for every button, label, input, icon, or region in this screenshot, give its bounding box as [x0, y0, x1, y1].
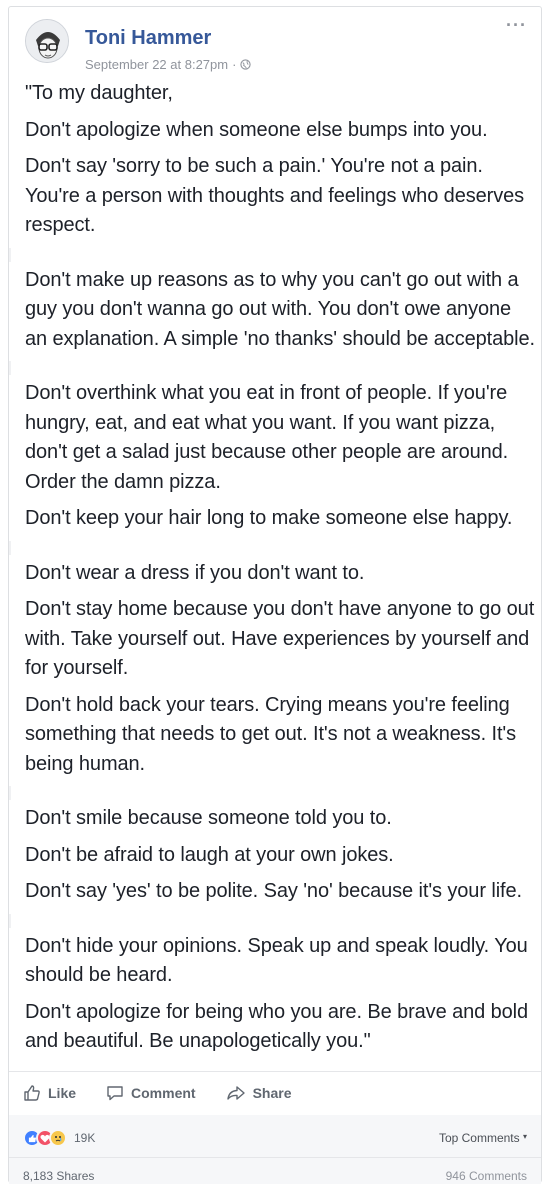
post-body: "To my daughter, Don't apologize when som…	[9, 79, 535, 1064]
author-name[interactable]: Toni Hammer	[85, 27, 211, 50]
post-header: Toni Hammer September 22 at 8:27pm · ···	[21, 15, 529, 72]
footer-divider	[9, 1157, 541, 1158]
reaction-count: 19K	[74, 1131, 96, 1145]
post-paragraph: Don't wear a dress if you don't want to.	[25, 561, 365, 584]
paragraph-group-separator	[9, 786, 535, 800]
post-paragraph: Don't smile because someone told you to.	[25, 807, 392, 829]
sad-reaction-icon	[49, 1129, 67, 1147]
comment-button[interactable]: Comment	[106, 1084, 196, 1102]
comment-label: Comment	[131, 1085, 196, 1101]
paragraph-group-separator	[9, 540, 535, 555]
top-comments-dropdown[interactable]: Top Comments ▾	[439, 1131, 527, 1145]
post-paragraph: Don't apologize when someone else bumps …	[25, 118, 488, 141]
post-paragraph: Don't overthink what you eat in front of…	[25, 382, 509, 493]
share-button[interactable]: Share	[226, 1084, 292, 1102]
share-count[interactable]: 8,183 Shares	[23, 1169, 94, 1183]
post-footer: 19K Top Comments ▾ 8,183 Shares 946 Comm…	[9, 1115, 541, 1184]
post-paragraph: Don't apologize for being who you are. B…	[25, 1000, 529, 1053]
thumbs-up-icon	[24, 1085, 40, 1101]
more-options-button[interactable]: ···	[506, 15, 527, 36]
reactions-summary[interactable]: 19K	[23, 1129, 95, 1147]
post-paragraph: Don't make up reasons as to why you can'…	[25, 268, 535, 350]
post-paragraph: Don't keep your hair long to make someon…	[25, 507, 513, 529]
like-label: Like	[48, 1085, 77, 1101]
paragraph-group-separator	[9, 913, 535, 928]
avatar[interactable]	[25, 19, 69, 63]
post-card: Toni Hammer September 22 at 8:27pm · ···…	[8, 6, 542, 1184]
post-paragraph: Don't say 'yes' to be polite. Say 'no' b…	[25, 880, 522, 902]
globe-icon[interactable]	[240, 59, 252, 70]
divider	[9, 1071, 541, 1072]
action-bar: Like Comment Share	[23, 1073, 533, 1113]
post-paragraph: Don't say 'sorry to be such a pain.' You…	[25, 155, 525, 236]
chevron-down-icon: ▾	[522, 1132, 527, 1141]
meta-separator: ·	[232, 57, 237, 72]
post-paragraph: "To my daughter,	[25, 82, 173, 104]
post-paragraph: Don't hide your opinions. Speak up and s…	[25, 934, 528, 987]
post-meta: September 22 at 8:27pm ·	[85, 57, 252, 72]
avatar-illustration-icon	[26, 20, 68, 62]
top-comments-label: Top Comments	[438, 1131, 520, 1145]
paragraph-group-separator	[9, 247, 535, 262]
comment-bubble-icon	[107, 1086, 123, 1101]
share-label: Share	[252, 1085, 292, 1101]
paragraph-group-separator	[9, 361, 535, 375]
comment-count[interactable]: 946 Comments	[446, 1169, 527, 1183]
post-timestamp[interactable]: September 22 at 8:27pm	[85, 57, 228, 72]
like-button[interactable]: Like	[23, 1084, 76, 1102]
share-arrow-icon	[226, 1086, 245, 1100]
post-paragraph: Don't stay home because you don't have a…	[25, 598, 535, 679]
post-paragraph: Don't hold back your tears. Crying means…	[25, 693, 517, 775]
post-paragraph: Don't be afraid to laugh at your own jok…	[25, 843, 394, 866]
